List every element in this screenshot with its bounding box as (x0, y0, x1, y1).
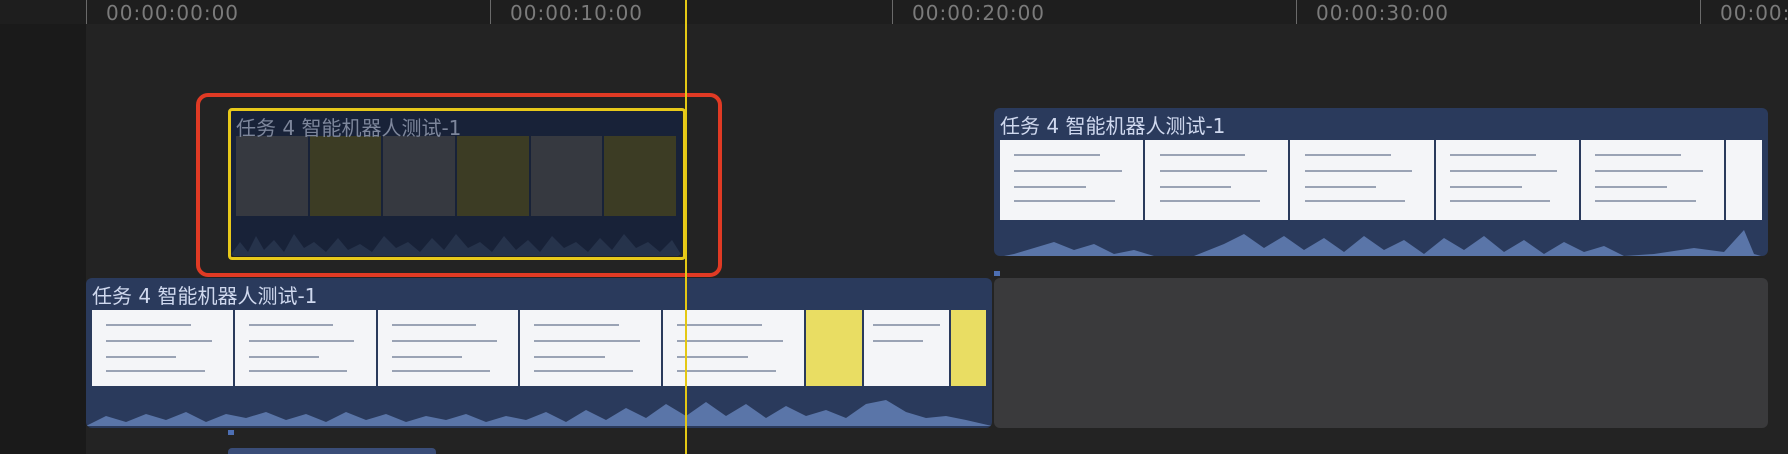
audio-waveform (86, 400, 992, 426)
lower-clip-edge[interactable] (228, 448, 436, 454)
gap-clip[interactable] (994, 278, 1768, 428)
clip-connection-marker (228, 430, 234, 435)
annotation-highlight-box (196, 93, 722, 277)
ruler-tick (86, 0, 87, 24)
clip-filmstrip (1000, 140, 1762, 220)
clip-title: 任务 4 智能机器人测试-1 (1000, 114, 1226, 138)
ruler-tick-label: 00:00:20:00 (912, 1, 1046, 25)
clip-filmstrip (92, 310, 986, 386)
filmstrip-frame (1726, 140, 1762, 220)
filmstrip-frame (1000, 140, 1144, 220)
filmstrip-frame (377, 310, 519, 386)
clip-connection-marker (994, 271, 1000, 276)
ruler-tick (892, 0, 893, 24)
timecode-ruler[interactable]: 00:00:00:00 00:00:10:00 00:00:20:00 00:0… (0, 0, 1788, 25)
audio-waveform (1004, 230, 1761, 256)
ruler-tick-label: 00:00:10:00 (510, 1, 644, 25)
filmstrip-frame (1290, 140, 1434, 220)
playhead[interactable] (685, 0, 687, 454)
ruler-tick (1296, 0, 1297, 24)
filmstrip-frame (1580, 140, 1725, 220)
filmstrip-frame (805, 310, 863, 386)
clip-title: 任务 4 智能机器人测试-1 (92, 284, 318, 308)
connected-clip[interactable]: 任务 4 智能机器人测试-1 (994, 108, 1768, 256)
ruler-tick (490, 0, 491, 24)
filmstrip-frame (950, 310, 986, 386)
ruler-tick-label: 00:00:30:00 (1316, 1, 1450, 25)
ruler-tick-label: 00:00:00:00 (106, 1, 240, 25)
filmstrip-frame (92, 310, 233, 386)
ruler-tick (1700, 0, 1701, 24)
filmstrip-frame (1145, 140, 1289, 220)
filmstrip-frame (234, 310, 376, 386)
filmstrip-frame (1435, 140, 1579, 220)
filmstrip-frame (520, 310, 662, 386)
filmstrip-frame (864, 310, 949, 386)
primary-storyline-clip[interactable]: 任务 4 智能机器人测试-1 (86, 278, 992, 428)
timeline-left-gutter (0, 0, 86, 454)
ruler-tick-label: 00:00: (1720, 1, 1788, 25)
